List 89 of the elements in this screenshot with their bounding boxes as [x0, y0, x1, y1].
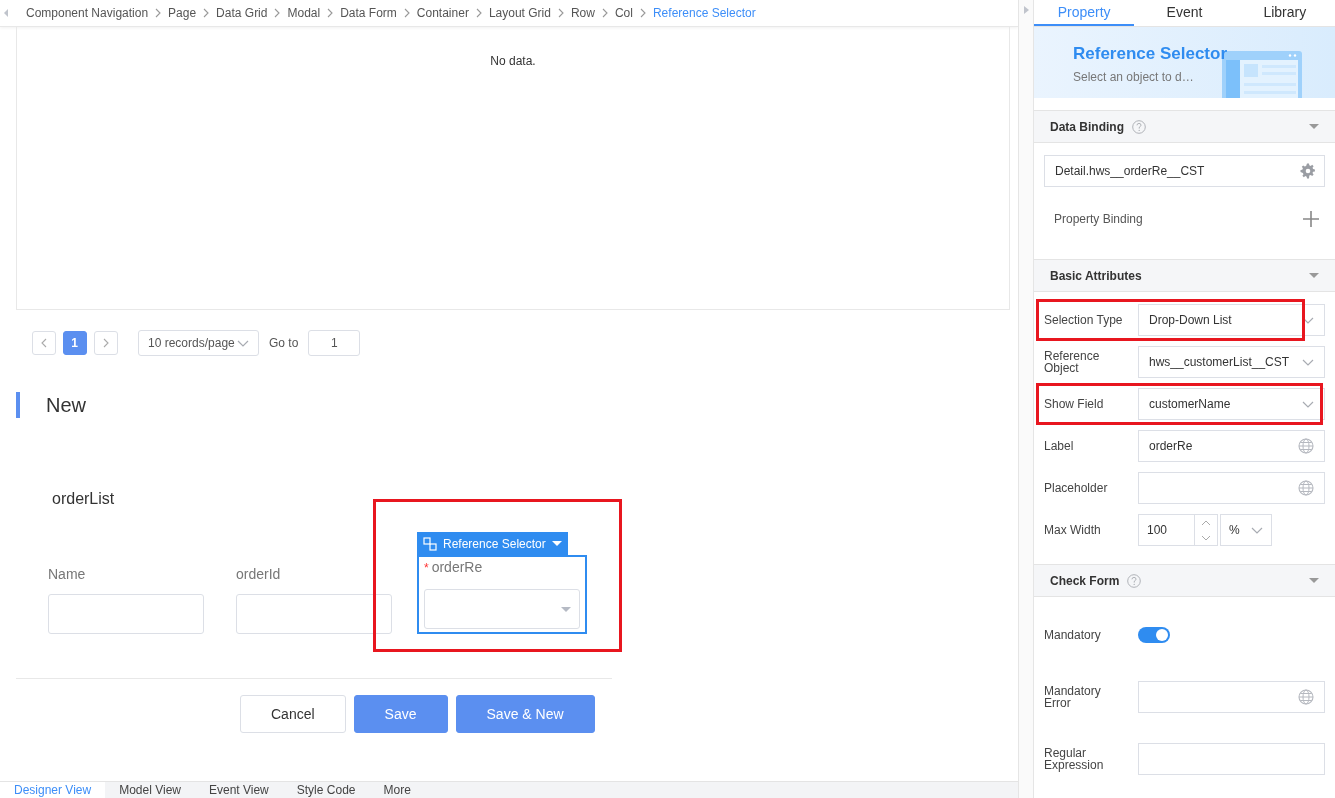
property-select[interactable]: hws__customerList__CST [1138, 346, 1325, 378]
accent-bar [16, 392, 20, 418]
reference-select[interactable] [424, 589, 580, 629]
required-mark: * [424, 561, 429, 575]
chevron-down-icon [1302, 358, 1314, 366]
property-label: Regular Expression [1044, 747, 1105, 771]
unit-select[interactable]: % [1220, 514, 1272, 546]
property-select[interactable]: Drop-Down List [1138, 304, 1325, 336]
settings-icon [1300, 163, 1316, 179]
property-label: Placeholder [1044, 482, 1109, 494]
breadcrumb-item[interactable]: Modal [287, 6, 321, 20]
empty-message: No data. [490, 54, 536, 70]
chevron-right-icon [403, 8, 410, 18]
chevron-down-icon [1302, 316, 1314, 324]
caret-down-icon [561, 606, 571, 612]
property-label: Reference Object [1044, 350, 1101, 374]
page-size-select[interactable]: 10 records/page [138, 330, 259, 356]
chevron-left-icon [41, 338, 47, 348]
group-title: orderList [52, 490, 116, 508]
chevron-right-icon [601, 8, 608, 18]
breadcrumb-item[interactable]: Data Grid [216, 6, 268, 20]
property-input[interactable] [1138, 743, 1325, 775]
property-label: Mandatory Error [1044, 685, 1102, 709]
property-label: Selection Type [1044, 314, 1124, 326]
property-input[interactable]: orderRe [1138, 430, 1325, 462]
field-label: orderId [236, 566, 282, 584]
component-title: Reference Selector [1073, 44, 1229, 64]
breadcrumb-item[interactable]: Col [614, 6, 633, 20]
previous-page-button[interactable] [32, 331, 56, 355]
breadcrumb-item[interactable]: Container [416, 6, 469, 20]
collapse-arrow-icon[interactable] [1023, 6, 1029, 14]
chevron-right-icon [203, 8, 210, 18]
caret-down-icon [1309, 273, 1319, 278]
property-label: Max Width [1044, 524, 1102, 536]
increment-icon [1201, 519, 1211, 526]
chevron-right-icon [103, 338, 109, 348]
caret-down-icon [551, 541, 562, 546]
scroll-left-icon [4, 9, 8, 17]
chevron-right-icon [327, 8, 334, 18]
text-input[interactable] [236, 594, 392, 634]
chevron-right-icon [557, 8, 564, 18]
breadcrumb-item[interactable]: Page [168, 6, 197, 20]
caret-down-icon [1309, 578, 1319, 583]
section-header[interactable]: Basic Attributes [1034, 259, 1335, 292]
property-label: Label [1044, 440, 1075, 452]
section-title: New [46, 393, 86, 417]
chevron-down-icon [1302, 400, 1314, 408]
property-label: Mandatory [1044, 629, 1102, 641]
goto-label: Go to [269, 336, 299, 350]
chevron-down-icon [1251, 526, 1263, 534]
binding-field[interactable]: Detail.hws__orderRe__CST [1044, 155, 1325, 187]
property-input[interactable] [1138, 681, 1325, 713]
next-page-button[interactable] [94, 331, 118, 355]
panel-tab[interactable]: Event [1134, 0, 1235, 26]
number-input[interactable]: 100 [1138, 514, 1218, 546]
globe-icon [1298, 689, 1314, 705]
globe-icon [1298, 438, 1314, 454]
view-tab[interactable]: Model View [105, 782, 195, 798]
property-label: Property Binding [1054, 212, 1143, 226]
plus-icon [1303, 211, 1319, 227]
section-header[interactable]: Check Form [1034, 564, 1335, 597]
chevron-right-icon [155, 8, 162, 18]
panel-tab[interactable]: Library [1234, 0, 1335, 26]
component-description: Select an object to d… [1073, 70, 1195, 84]
component-icon [423, 536, 437, 551]
property-label: Show Field [1044, 398, 1105, 410]
goto-page-field[interactable]: 1 [308, 330, 361, 356]
text-input[interactable] [48, 594, 204, 634]
field-label: Name [48, 566, 87, 584]
field-label: * orderRe [424, 559, 484, 577]
globe-icon [1298, 480, 1314, 496]
property-select[interactable]: customerName [1138, 388, 1325, 420]
section-header[interactable]: Data Binding [1034, 110, 1335, 143]
view-tab[interactable]: More [369, 782, 425, 798]
form-button[interactable]: Cancel [240, 695, 346, 733]
view-tab[interactable]: Event View [194, 782, 283, 798]
toggle-switch[interactable] [1138, 627, 1170, 643]
caret-down-icon [1309, 124, 1319, 129]
chevron-right-icon [639, 8, 646, 18]
decrement-icon [1201, 534, 1211, 541]
breadcrumb-item[interactable]: Data Form [340, 6, 397, 20]
chevron-down-icon [237, 339, 249, 347]
breadcrumb-item[interactable]: Row [570, 6, 595, 20]
chevron-right-icon [274, 8, 281, 18]
view-tab[interactable]: Style Code [282, 782, 370, 798]
chevron-right-icon [475, 8, 482, 18]
breadcrumb-item[interactable]: Layout Grid [488, 6, 551, 20]
breadcrumb-item[interactable]: Component Navigation [26, 6, 149, 20]
property-input[interactable] [1138, 472, 1325, 504]
